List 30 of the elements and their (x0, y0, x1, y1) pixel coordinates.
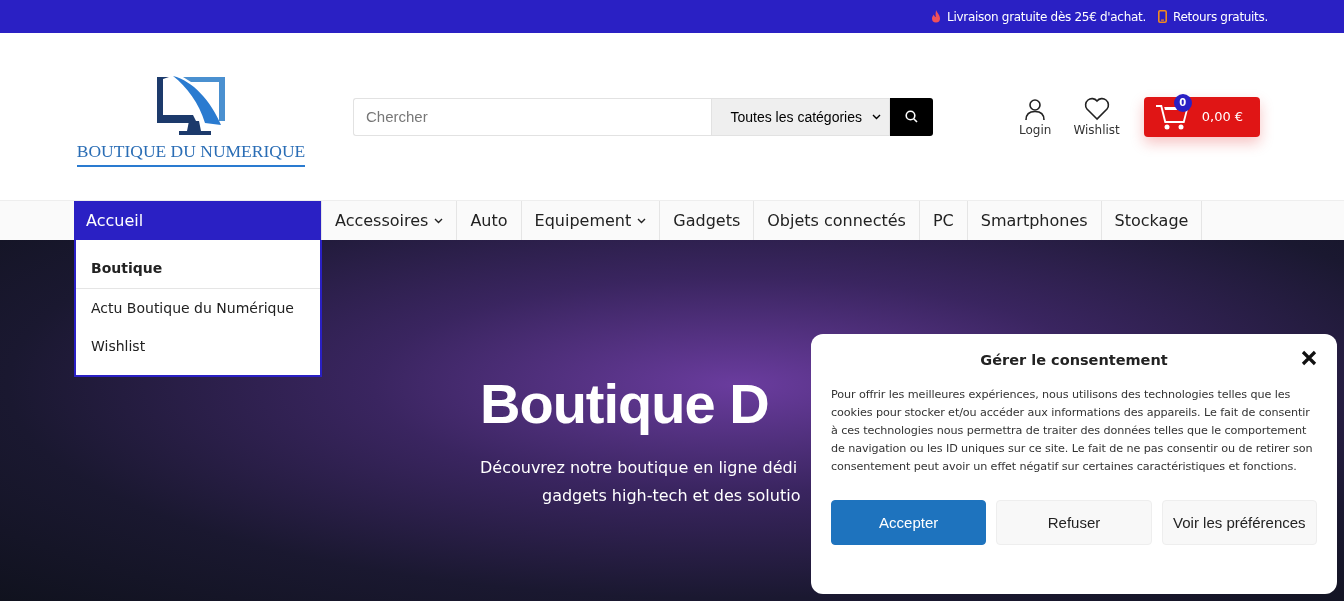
nav-item[interactable]: Accueil (74, 201, 322, 240)
chevron-down-icon (434, 217, 444, 224)
hero-subtitle: Découvrez notre boutique en ligne dédi (480, 457, 798, 479)
category-select[interactable]: Toutes les catégories (711, 97, 890, 136)
chevron-down-icon (637, 217, 647, 224)
flame-icon (931, 10, 942, 23)
close-icon (1301, 350, 1317, 366)
dropdown-item[interactable]: Boutique (76, 240, 320, 289)
dropdown-item[interactable]: Wishlist (76, 327, 320, 365)
user-icon (1023, 96, 1048, 121)
phone-icon (1157, 10, 1167, 23)
cart-button[interactable]: 0 0,00 € (1143, 96, 1260, 137)
header-link[interactable]: Login (1019, 96, 1052, 137)
dialog-button[interactable]: Accepter (831, 500, 987, 545)
top-bar-text: Retours gratuits. (1172, 9, 1268, 24)
dialog-button[interactable]: Refuser (996, 500, 1152, 545)
search-button[interactable] (890, 97, 933, 136)
hero-subtitle: gadgets high-tech et des solutio (542, 485, 801, 507)
cart-count-badge: 0 (1173, 93, 1192, 112)
heart-icon (1083, 96, 1110, 121)
chevron-down-icon (872, 113, 881, 120)
dialog-text: Pour offrir les meilleures expériences, nous utilisons des technologies telles que les cookies pour stocker et/ou accéder aux informations des appareils. Le fait de consentir à ces technologies nous permettra de traiter des données telles que le comportement de navigation ou les ID uniques sur ce site. Le fait de ne pas consentir ou de retirer son consentement peut avoir un effet négatif sur certaines caractéristiques et fonctions. (831, 387, 1314, 475)
logo-text: BOUTIQUE DU NUMERIQUE (76, 140, 306, 167)
dropdown-item[interactable]: Actu Boutique du Numérique (76, 289, 320, 327)
search-field[interactable]: Chercher (353, 97, 712, 136)
search-icon (905, 110, 918, 123)
dialog-title: Gérer le consentement (980, 351, 1168, 368)
top-bar-text: Livraison gratuite dès 25€ d'achat. (947, 9, 1146, 24)
header-link[interactable]: Wishlist (1073, 96, 1120, 137)
dialog-button[interactable]: Voir les préférences (1161, 500, 1317, 545)
